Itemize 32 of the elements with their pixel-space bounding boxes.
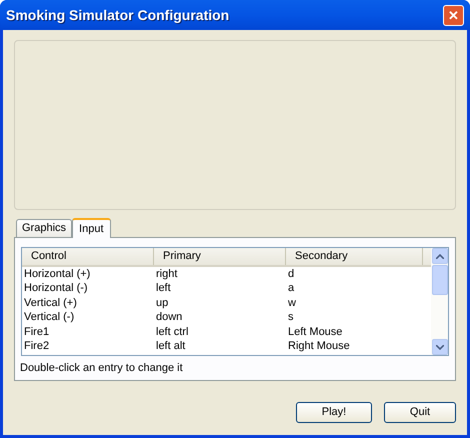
table-cell: w: [288, 298, 296, 309]
table-cell: Horizontal (-): [24, 283, 88, 294]
hint-text: Double-click an entry to change it: [20, 361, 184, 376]
column-header[interactable]: Primary: [154, 248, 286, 265]
table-cell: Fire2: [24, 341, 50, 352]
scrollbar[interactable]: [431, 248, 448, 355]
column-header[interactable]: Control: [22, 248, 154, 265]
column-header[interactable]: Secondary: [286, 248, 423, 265]
window-title: Smoking Simulator Configuration: [6, 6, 230, 25]
scroll-thumb[interactable]: [432, 265, 448, 295]
close-button[interactable]: ✕: [443, 4, 464, 26]
table-cell: Horizontal (+): [24, 268, 90, 280]
table-cell: left ctrl: [156, 326, 188, 338]
table-cell: Fire1: [24, 326, 50, 338]
table-cell: Vertical (-): [24, 312, 74, 324]
dialog-button[interactable]: Quit: [384, 402, 456, 423]
table-cell: s: [288, 312, 294, 324]
table-cell: Vertical (+): [24, 298, 77, 309]
table-cell: d: [288, 268, 294, 280]
scroll-up-icon[interactable]: [432, 248, 448, 264]
table-cell: Right Mouse: [288, 341, 350, 352]
table-cell: right: [156, 268, 178, 280]
table-cell: Left Mouse: [288, 326, 342, 338]
scroll-down-icon[interactable]: [432, 339, 448, 355]
table-cell: left alt: [156, 341, 186, 352]
tab[interactable]: Graphics: [16, 219, 72, 237]
table-cell: left: [156, 283, 171, 294]
table-cell: up: [156, 298, 168, 309]
table-cell: a: [288, 283, 294, 294]
dialog-button[interactable]: Play!: [296, 402, 372, 423]
tab[interactable]: Input: [72, 218, 110, 238]
table-cell: down: [156, 312, 182, 324]
